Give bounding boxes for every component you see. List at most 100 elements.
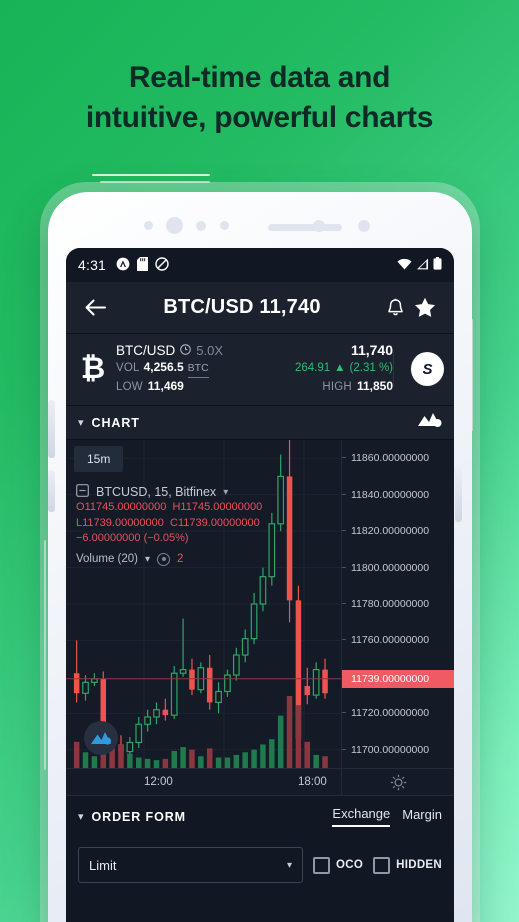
hidden-label: HIDDEN — [396, 859, 442, 871]
phone-power-button[interactable] — [48, 400, 55, 458]
ticker-row-volume: VOL 4,256.5 BTC 264.91 ▲ (2.31 %) — [116, 359, 393, 378]
time-tick-0: 12:00 — [144, 776, 173, 788]
price-axis[interactable]: 11860.00000000 11840.00000000 11820.000000… — [341, 440, 454, 768]
ohlc-o-value: 11745.00000000 — [84, 501, 167, 513]
wifi-icon — [397, 258, 412, 273]
indicator-name[interactable]: Volume (20) — [76, 553, 138, 565]
ticker-row-range: LOW 11,469 HIGH 11,850 — [116, 378, 393, 396]
app-screen: 4:31 BTC/USD 11,740 ₿ BTC/USD 5.0X 11,74… — [66, 248, 454, 922]
oco-checkbox-group[interactable]: OCO — [313, 856, 364, 874]
timeframe-button[interactable]: 15m — [74, 446, 124, 472]
price-axis-tick: 11720.00000000 — [342, 704, 454, 722]
status-bar: 4:31 — [66, 248, 454, 282]
battery-icon — [433, 257, 442, 273]
visibility-icon[interactable] — [157, 552, 171, 566]
chevron-down-icon[interactable]: ▾ — [223, 487, 228, 498]
order-form-title: ORDER FORM — [91, 809, 186, 824]
chevron-down-icon[interactable]: ▾ — [78, 810, 84, 823]
time-axis[interactable]: 12:00 18:00 — [66, 768, 454, 796]
phone-side-button[interactable] — [48, 470, 55, 512]
ticker-high-value: 11,850 — [356, 379, 393, 393]
oco-checkbox[interactable] — [313, 856, 330, 874]
ticker-last-price: 11,740 — [350, 342, 393, 358]
proximity-sensor-icon — [144, 221, 153, 230]
gear-icon[interactable] — [341, 769, 454, 796]
ohlc-c-value: 11739.00000000 — [177, 516, 260, 529]
phone-earpiece-speaker — [268, 224, 342, 231]
light-sensor-icon — [358, 220, 370, 232]
chart-indicator-legend: Volume (20) ▾ 2 — [76, 552, 262, 566]
up-arrow-icon: ▲ — [334, 362, 346, 374]
chart-section-title: CHART — [91, 415, 140, 430]
page-title: Real-time data and intuitive, powerful c… — [0, 58, 519, 138]
exchange-logo-badge[interactable]: S — [410, 352, 444, 386]
minus-box-icon[interactable] — [76, 484, 89, 500]
oco-label: OCO — [336, 859, 364, 871]
ticker-low-value: 11,469 — [147, 379, 184, 393]
price-axis-tick: 11800.00000000 — [342, 559, 454, 577]
ticker-change-pct: (2.31 %) — [349, 362, 393, 374]
sd-card-icon — [137, 256, 149, 274]
price-axis-tick: 11840.00000000 — [342, 486, 454, 504]
order-type-value: Limit — [89, 857, 117, 873]
chart-section-header[interactable]: ▾ CHART — [66, 406, 454, 440]
time-tick-1: 18:00 — [298, 776, 327, 788]
chevron-down-icon[interactable]: ▾ — [145, 554, 150, 565]
hidden-checkbox-group[interactable]: HIDDEN — [373, 856, 442, 874]
price-chart[interactable]: 15m BTCUSD, 15, Bitfinex ▾ O11745.000000… — [66, 440, 454, 796]
ticker-panel: ₿ BTC/USD 5.0X 11,740 VOL 4,256.5 BTC 26… — [66, 334, 454, 406]
chart-legend: BTCUSD, 15, Bitfinex ▾ O11745.00000000 H… — [76, 484, 262, 566]
mountain-chart-icon[interactable] — [416, 411, 442, 434]
chart-ohlc-line-1: O11745.00000000 H11745.00000000 — [76, 500, 262, 516]
indicator-value: 2 — [177, 553, 184, 565]
price-axis-tick: 11700.00000000 — [342, 741, 454, 759]
chevron-down-icon[interactable]: ▾ — [287, 860, 292, 871]
price-axis-tick: 11820.00000000 — [342, 522, 454, 540]
ambient-sensor-icon — [196, 221, 206, 231]
cellular-signal-icon — [416, 258, 429, 273]
phone-top-bezel — [48, 192, 472, 248]
app-bar: BTC/USD 11,740 — [66, 282, 454, 334]
tradingview-logo-icon[interactable] — [84, 721, 118, 755]
status-bar-clock: 4:31 — [78, 257, 107, 273]
info-icon[interactable] — [180, 342, 192, 359]
star-icon[interactable] — [410, 297, 440, 318]
ticker-high-label: HIGH — [322, 381, 352, 393]
app-notification-icon — [116, 257, 130, 274]
order-type-select[interactable]: Limit ▾ — [78, 847, 303, 883]
phone-volume-button[interactable] — [455, 465, 462, 522]
ohlc-h-value: 11745.00000000 — [180, 501, 263, 513]
bell-icon[interactable] — [380, 298, 410, 318]
chevron-down-icon[interactable]: ▾ — [78, 416, 84, 429]
price-axis-tick: 11780.00000000 — [342, 595, 454, 613]
order-form-header[interactable]: ▾ ORDER FORM Exchange Margin — [66, 795, 454, 837]
ticker-row-pair: BTC/USD 5.0X 11,740 — [116, 342, 393, 359]
price-axis-current: 11739.00000000 — [342, 669, 454, 688]
ticker-vol-value: 4,256.5 — [143, 360, 184, 374]
ticker-values: BTC/USD 5.0X 11,740 VOL 4,256.5 BTC 264.… — [110, 342, 393, 396]
bitcoin-icon: ₿ — [80, 352, 106, 385]
ticker-leverage[interactable]: 5.0X — [196, 342, 223, 359]
ticker-low-label: LOW — [116, 381, 143, 393]
chart-ohlc-change: −6.00000000 (−0.05%) — [76, 532, 189, 544]
decorative-line-top-1 — [92, 174, 210, 176]
chart-ohlc-line-2: L11739.00000000 C11739.00000000 — [76, 516, 262, 532]
ticker-change-value: 264.91 — [294, 362, 331, 374]
tab-exchange[interactable]: Exchange — [332, 806, 391, 827]
headline-line-2: intuitive, powerful charts — [85, 101, 434, 134]
front-camera-icon — [166, 217, 183, 234]
price-axis-tick: 11860.00000000 — [342, 449, 454, 467]
ticker-vol-label: VOL — [116, 362, 140, 374]
ir-sensor-icon — [220, 221, 229, 230]
headline-line-1: Real-time data and — [128, 61, 391, 94]
ticker-pair: BTC/USD — [116, 343, 176, 358]
ohlc-c-label: C — [170, 516, 178, 529]
ohlc-o-label: O — [76, 501, 85, 513]
hidden-checkbox[interactable] — [373, 856, 391, 874]
ticker-vol-unit[interactable]: BTC — [187, 360, 209, 378]
promo-screenshot: Real-time data and intuitive, powerful c… — [0, 0, 519, 922]
price-axis-tick: 11760.00000000 — [342, 631, 454, 649]
tab-margin[interactable]: Margin — [402, 807, 442, 826]
page-title-pair: BTC/USD 11,740 — [163, 296, 321, 318]
chart-symbol-label[interactable]: BTCUSD, 15, Bitfinex — [96, 485, 216, 499]
